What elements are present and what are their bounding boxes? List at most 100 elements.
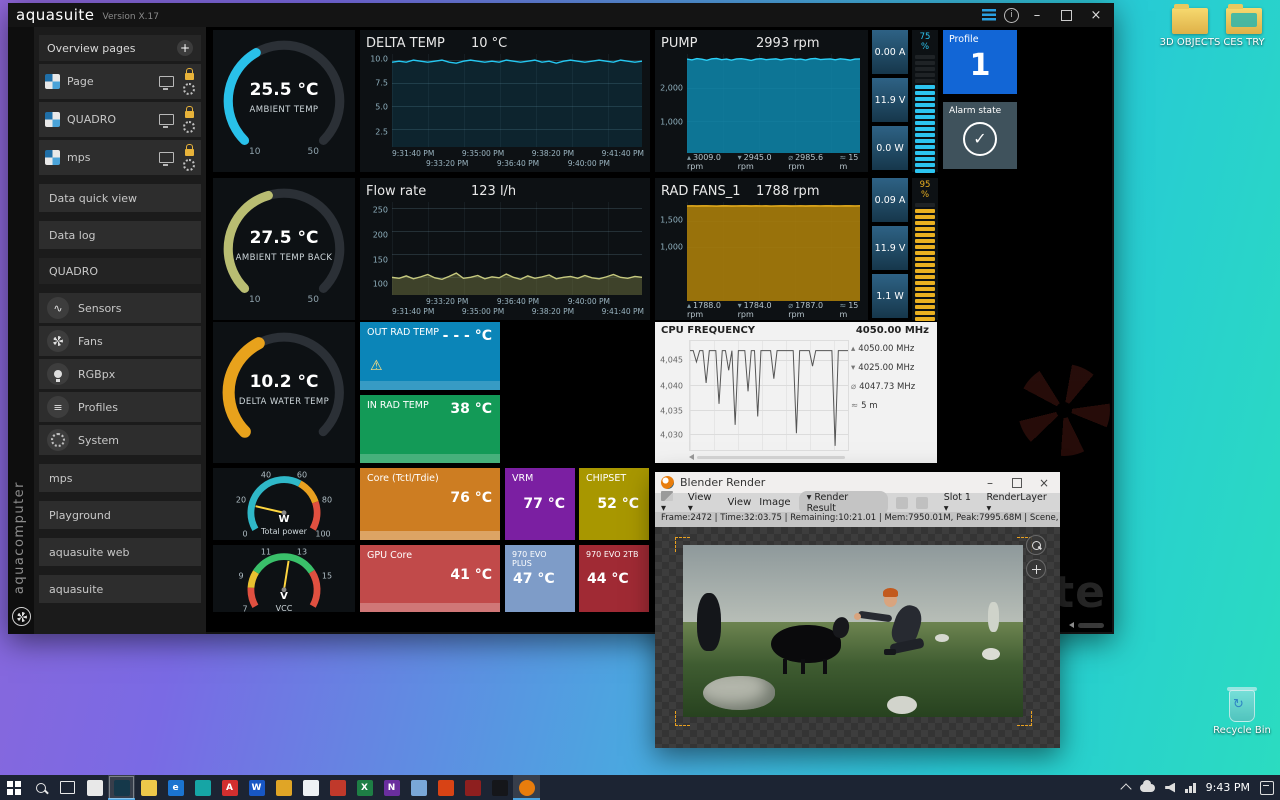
cpu-frequency-line: [690, 341, 848, 450]
monitor-icon[interactable]: [159, 152, 174, 163]
lock-icon[interactable]: [185, 149, 194, 156]
onedrive-icon[interactable]: [1140, 784, 1155, 792]
desktop-icon-ces-try[interactable]: CES TRY: [1212, 8, 1276, 49]
chart-scrollbar[interactable]: [689, 454, 845, 460]
taskbar-app-app-paper-icon[interactable]: [297, 775, 324, 800]
add-page-button[interactable]: +: [177, 40, 193, 56]
blender-maximize-button[interactable]: [1012, 478, 1022, 488]
taskbar-app-photos-grid-icon[interactable]: [81, 775, 108, 800]
render-viewport[interactable]: [655, 527, 1060, 748]
monitor-icon[interactable]: [159, 76, 174, 87]
chart-value: 10 °C: [471, 36, 507, 51]
taskbar-app-app-steel-icon[interactable]: [405, 775, 432, 800]
recycle-bin-icon: ↻: [1229, 690, 1255, 722]
sidebar-item-fans[interactable]: Fans: [39, 326, 201, 356]
sidebar-page-item-mps[interactable]: mps: [39, 140, 201, 175]
sidebar-item-rgbpx[interactable]: RGBpx: [39, 359, 201, 389]
gear-icon[interactable]: [183, 83, 195, 95]
sidebar-item-system[interactable]: System: [39, 425, 201, 455]
taskbar-app-app-orange-red-icon[interactable]: [432, 775, 459, 800]
menu-view-dropdown[interactable]: View ▾: [688, 492, 720, 514]
monitor-icon[interactable]: [159, 114, 174, 125]
action-center-icon[interactable]: [1260, 781, 1274, 795]
menu-view[interactable]: View: [728, 497, 752, 508]
tray-expand-icon[interactable]: [1121, 783, 1132, 794]
sidebar-section-quadro[interactable]: QUADRO: [39, 258, 201, 284]
x-label: 9:38:20 PM: [532, 149, 574, 158]
taskbar-app-blender-icon[interactable]: [513, 775, 540, 800]
sidebar-item-data-log[interactable]: Data log: [39, 221, 201, 249]
y-axis: 4,045 4,040 4,035 4,030: [655, 340, 687, 451]
rad-fans-chart-tile: RAD FANS_1 1788 rpm 1,500 1,000 ▴1788: [655, 178, 868, 320]
tile-value: 44 °C: [587, 571, 629, 587]
warning-icon: ⚠: [370, 358, 383, 374]
sidebar-page-item-quadro[interactable]: QUADRO: [39, 102, 201, 137]
taskbar-app-aquasuite-icon[interactable]: [108, 775, 135, 800]
sidebar-item-aquasuite-web[interactable]: aquasuite web: [39, 538, 201, 566]
taskbar-app-excel-icon[interactable]: X: [351, 775, 378, 800]
out-rad-temp-tile: OUT RAD TEMP - - - °C ⚠: [360, 322, 500, 390]
maximize-button[interactable]: [1061, 10, 1072, 21]
pan-tool-button[interactable]: [1026, 559, 1046, 579]
volume-icon[interactable]: [1165, 783, 1175, 793]
minimize-button[interactable]: –: [1027, 8, 1047, 23]
editor-type-button[interactable]: ▾: [661, 491, 680, 514]
info-icon[interactable]: i: [1004, 8, 1019, 23]
brand-vertical-text: aquacomputer: [12, 481, 27, 594]
gauge-label: Total power: [213, 527, 355, 536]
sidebar-item-playground[interactable]: Playground: [39, 501, 201, 529]
taskbar-app-edge-icon[interactable]: e: [162, 775, 189, 800]
blender-minimize-button[interactable]: –: [980, 476, 1000, 490]
lock-icon[interactable]: [185, 111, 194, 118]
fan-icon: [47, 330, 69, 352]
profile-tile[interactable]: Profile 1: [943, 30, 1017, 94]
taskbar-app-app-teal-icon[interactable]: [189, 775, 216, 800]
tile-label: 970 EVO PLUS: [512, 550, 568, 568]
menu-image[interactable]: Image: [759, 497, 790, 508]
sidebar-item-profiles[interactable]: ≡ Profiles: [39, 392, 201, 422]
taskbar-app-app-gold-icon[interactable]: [270, 775, 297, 800]
task-view-button[interactable]: [54, 775, 81, 800]
gear-icon[interactable]: [183, 121, 195, 133]
sidebar-item-data-quick-view[interactable]: Data quick view: [39, 184, 201, 212]
taskbar-app-app-dark-red-icon[interactable]: [459, 775, 486, 800]
y-tick: 2,000: [660, 84, 683, 93]
ambient-temp-back-gauge: 27.5 °C AMBIENT TEMP BACK 10 50: [213, 178, 355, 320]
taskbar-app-word-icon[interactable]: W: [243, 775, 270, 800]
render-layer-select[interactable]: RenderLayer ▾: [986, 492, 1054, 514]
sidebar-item-sensors[interactable]: ∿ Sensors: [39, 293, 201, 323]
open-image-icon[interactable]: [916, 497, 928, 509]
tile-label: 970 EVO 2TB: [586, 550, 642, 559]
gauge-tick: 80: [322, 496, 332, 505]
y-tick: 250: [373, 205, 388, 214]
search-button[interactable]: [27, 775, 54, 800]
new-image-icon[interactable]: [896, 497, 908, 509]
total-power-gauge: 0 20 40 60 80 100 W Total power: [213, 468, 355, 540]
slot-select[interactable]: Slot 1 ▾: [944, 492, 979, 514]
taskbar-app-app-black-icon[interactable]: [486, 775, 513, 800]
chart-value: 1788 rpm: [756, 184, 819, 199]
blender-close-button[interactable]: ×: [1034, 476, 1054, 490]
image-datablock-select[interactable]: ▾ Render Result: [799, 491, 888, 515]
sidebar-item-mps[interactable]: mps: [39, 464, 201, 492]
sidebar-item-aquasuite[interactable]: aquasuite: [39, 575, 201, 603]
zoom-tool-button[interactable]: [1026, 535, 1046, 555]
taskbar-app-acrobat-icon[interactable]: A: [216, 775, 243, 800]
close-button[interactable]: ×: [1086, 8, 1106, 23]
sidebar-page-item-page[interactable]: Page: [39, 64, 201, 99]
gauge-tick: 20: [236, 496, 246, 505]
blender-icon: [661, 476, 674, 489]
start-button[interactable]: [0, 775, 27, 800]
taskbar-app-file-explorer-icon[interactable]: [135, 775, 162, 800]
lock-icon[interactable]: [185, 73, 194, 80]
scroll-left-icon[interactable]: [1069, 622, 1074, 628]
dashboard-scrollbar[interactable]: [1069, 622, 1104, 628]
desktop-icon-recycle-bin[interactable]: ↻ Recycle Bin: [1210, 690, 1274, 737]
network-icon[interactable]: [1185, 783, 1196, 793]
gear-icon[interactable]: [183, 159, 195, 171]
layers-icon[interactable]: [982, 9, 996, 21]
taskbar-app-onenote-icon[interactable]: N: [378, 775, 405, 800]
taskbar-app-app-red-icon[interactable]: [324, 775, 351, 800]
scroll-left-icon[interactable]: [689, 454, 694, 460]
clock[interactable]: 9:43 PM: [1206, 781, 1250, 794]
